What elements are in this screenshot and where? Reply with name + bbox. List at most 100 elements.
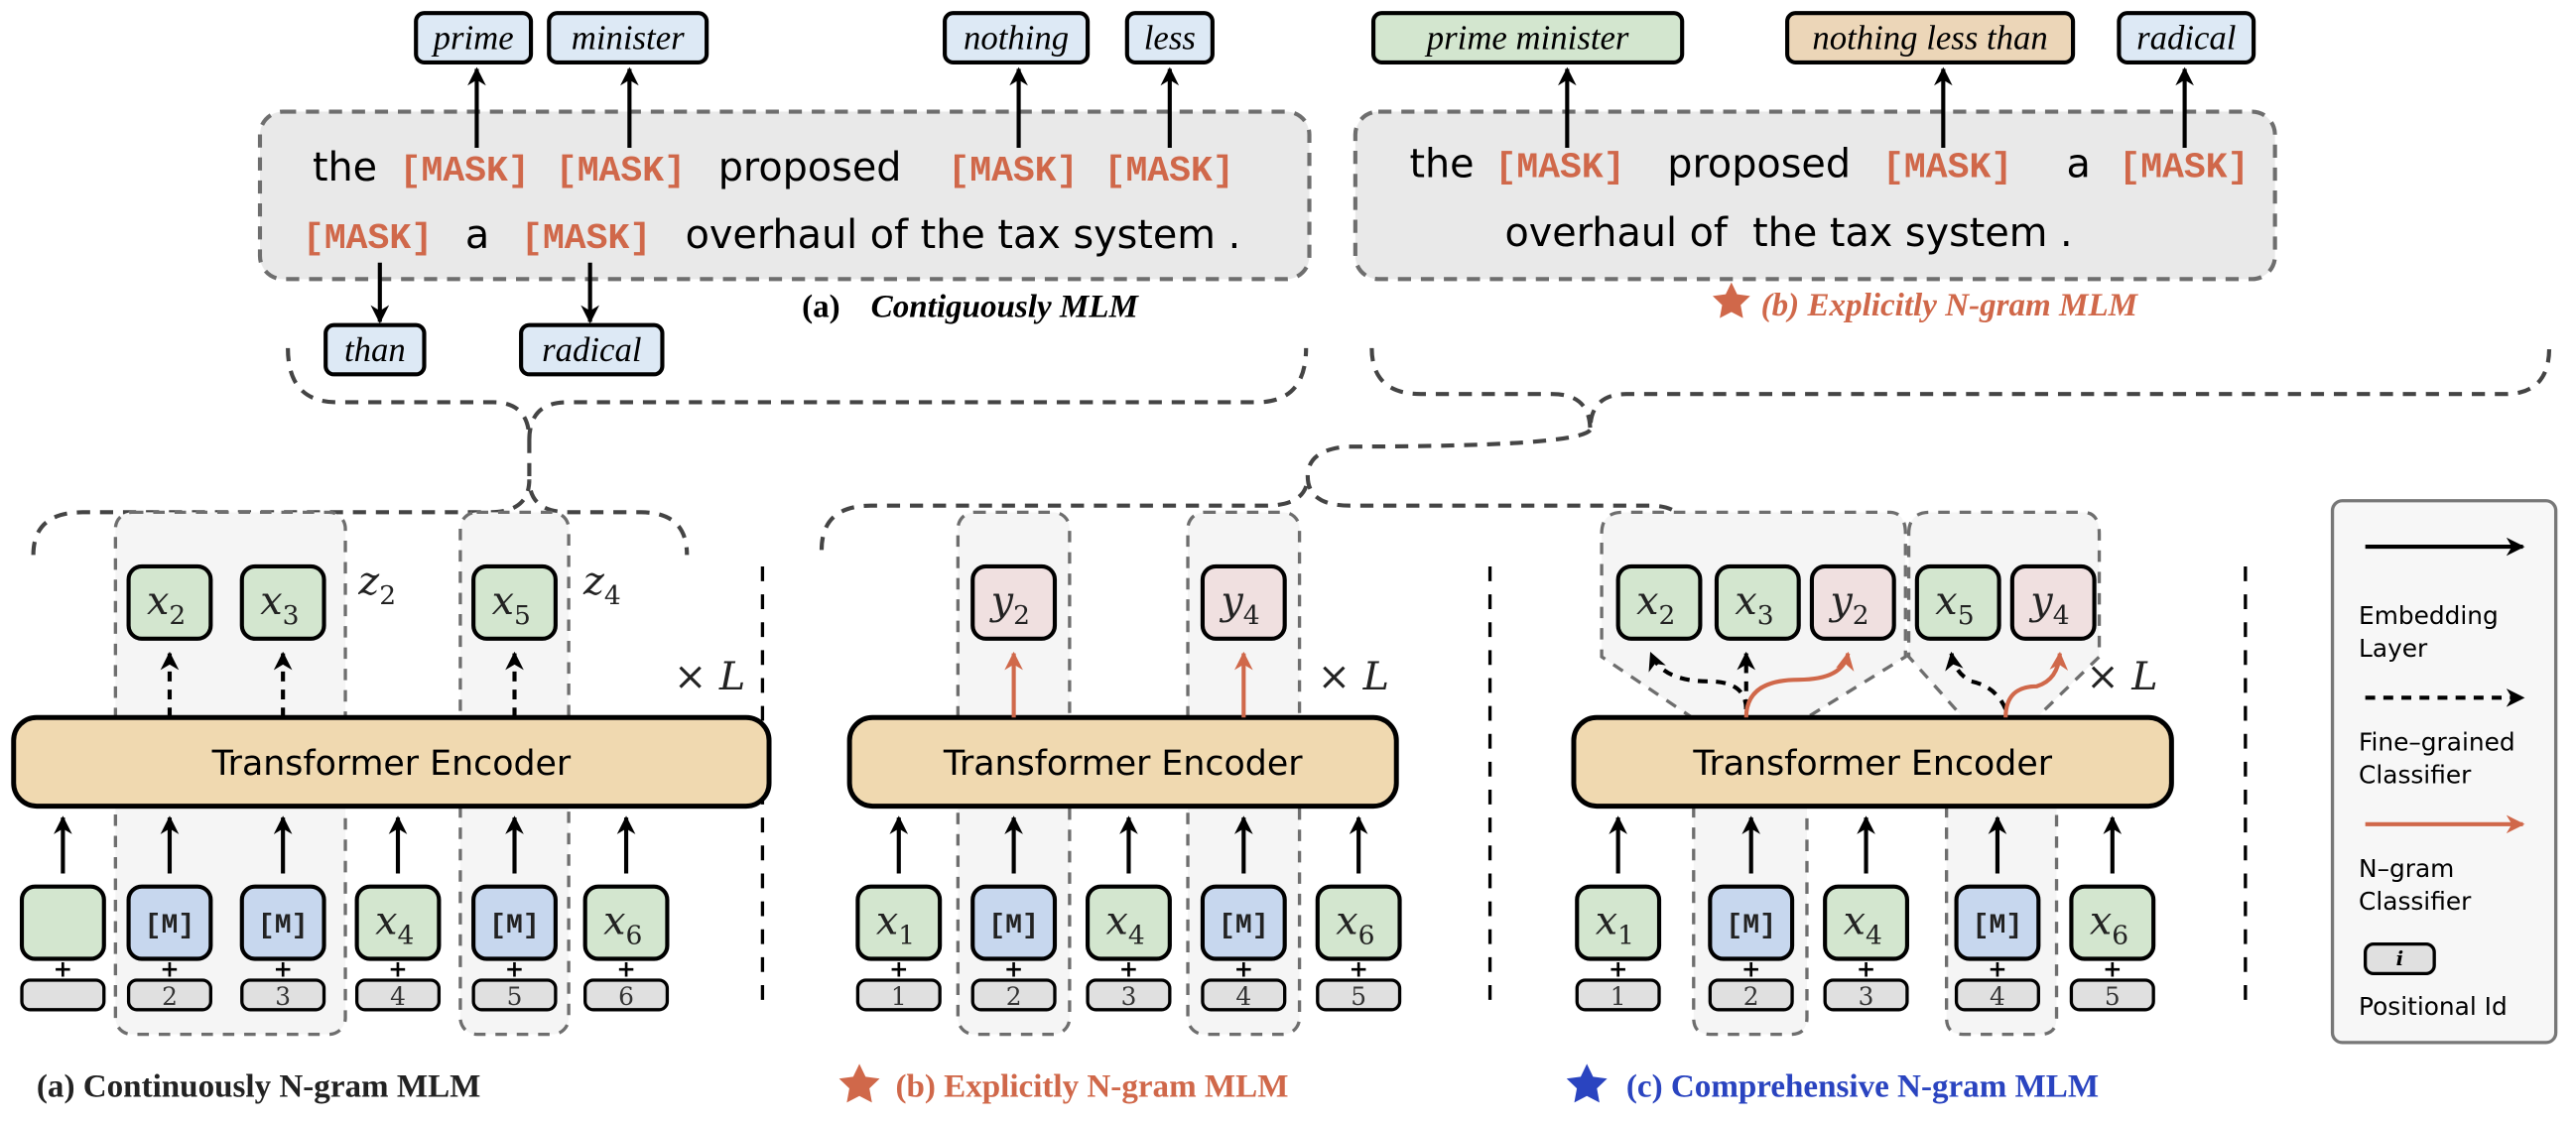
panel-b: Transformer Encoderx1+1[M]+2x4+3[M]+4x6+… (838, 510, 1402, 1105)
mask-token: [MASK] (948, 151, 1078, 191)
panel-caption: (a) Continuously N-gram MLM (37, 1069, 480, 1105)
group-subscript: 2 (379, 580, 396, 611)
group-symbol: z (582, 559, 605, 604)
token-label: [M] (1219, 911, 1269, 941)
ngram-mlm-diagram: the [MASK] [MASK] proposed [MASK] [MASK]… (11, 11, 2558, 1105)
token: x2 (126, 563, 213, 641)
word: a (465, 212, 489, 258)
token: x6 (582, 884, 670, 961)
token-symbol: x (1106, 899, 1128, 944)
mask-token: [MASK] (1882, 148, 2012, 188)
token-subscript: 3 (283, 600, 300, 631)
mask-token: [MASK] (1495, 148, 1625, 188)
panel-caption: (b) Explicitly N-gram MLM (895, 1069, 1288, 1105)
group-label: z2 (357, 559, 396, 611)
legend-line: Layer (2359, 634, 2428, 663)
positional-id-box (20, 978, 106, 1012)
token-subscript: 2 (169, 600, 186, 631)
sentence-line-2: overhaul of the tax system . (1504, 210, 2072, 256)
token-label: [M] (1726, 911, 1776, 941)
brace-connector-b (1305, 429, 1593, 477)
token: x4 (354, 884, 442, 961)
prediction-label: than (323, 322, 427, 377)
positional-symbol: i (2396, 946, 2404, 970)
token-symbol: x (1935, 578, 1957, 624)
token-label: [M] (988, 911, 1039, 941)
top-a-example: the [MASK] [MASK] proposed [MASK] [MASK]… (257, 11, 1312, 377)
token-symbol: x (1336, 899, 1357, 944)
token-subscript: 5 (1958, 600, 1975, 631)
label-text: nothing (964, 19, 1069, 58)
ngram-token: y2 (970, 563, 1058, 641)
token-symbol: x (1636, 578, 1658, 624)
mask-token: [M] (126, 884, 213, 961)
token-symbol: y (989, 578, 1014, 624)
token-symbol: x (147, 578, 169, 624)
encoder-label: Transformer Encoder (1692, 744, 2052, 784)
group-subscript: 4 (604, 580, 621, 611)
prediction-label: less (1124, 11, 1215, 64)
token: x3 (1714, 563, 1801, 641)
positional-id: 1 (1610, 982, 1626, 1011)
legend-line: Classifier (2359, 887, 2472, 916)
legend-line: Embedding (2359, 601, 2499, 630)
positional-id: 1 (891, 982, 907, 1011)
token-label: [M] (258, 911, 309, 941)
prediction-label: nothing less than (1785, 11, 2076, 64)
mask-token: [MASK] (556, 151, 686, 191)
label-text: minister (572, 19, 685, 58)
caption-top-a: (a) Contiguously MLM (802, 289, 1139, 324)
token (19, 884, 106, 961)
token-subscript: 1 (1617, 921, 1634, 951)
legend-label: Positional Id (2359, 992, 2508, 1021)
token-symbol: x (375, 899, 397, 944)
mask-token: [M] (471, 884, 558, 961)
mask-token: [M] (970, 884, 1058, 961)
token-symbol: x (1844, 899, 1866, 944)
positional-id: 3 (1859, 982, 1874, 1011)
prediction-label: prime minister (1370, 11, 1685, 64)
mask-token: [M] (239, 884, 326, 961)
caption-top-b: (b) Explicitly N-gram MLM (1761, 288, 2139, 323)
token-subscript: 5 (514, 600, 531, 631)
group-symbol: z (357, 559, 380, 604)
token: x5 (471, 563, 558, 641)
token-box (19, 884, 106, 961)
token: x1 (855, 884, 943, 961)
token-symbol: y (1828, 578, 1853, 624)
ngram-token: y4 (2009, 563, 2097, 641)
token-subscript: 2 (1853, 600, 1869, 631)
token: x4 (1086, 884, 1172, 961)
encoder-label: Transformer Encoder (211, 744, 572, 784)
prediction-label: radical (2117, 11, 2256, 64)
label-text: radical (542, 330, 641, 369)
token-label: [M] (1973, 911, 2023, 941)
positional-id: 6 (618, 982, 634, 1011)
label-text: than (344, 330, 406, 369)
token-symbol: y (2028, 578, 2053, 624)
token: x1 (1575, 884, 1662, 961)
mask-token: [MASK] (303, 218, 433, 259)
positional-id: 2 (162, 982, 178, 1011)
top-b-example: the [MASK] proposed [MASK] a [MASK] over… (1352, 11, 2277, 323)
brace-top-a (286, 347, 1309, 440)
prediction-label: radical (519, 322, 665, 377)
token-subscript: 2 (1013, 600, 1030, 631)
label-text: radical (2136, 19, 2236, 58)
word: the (313, 145, 377, 190)
encoder-label: Transformer Encoder (943, 744, 1303, 784)
ngram-token: y4 (1200, 563, 1287, 641)
positional-id: 4 (390, 982, 406, 1011)
token-subscript: 6 (2112, 921, 2128, 951)
label-text: less (1144, 19, 1196, 58)
token-subscript: 2 (1658, 600, 1675, 631)
token-symbol: x (1735, 578, 1756, 624)
sentence-line-2: [MASK] a [MASK] overhaul of the tax syst… (303, 212, 1240, 259)
positional-id: 5 (507, 982, 523, 1011)
token-subscript: 4 (1866, 921, 1882, 951)
token: x4 (1823, 884, 1909, 961)
mask-token: [MASK] (2119, 148, 2249, 188)
legend: Embedding Layer Fine–grained Classifier N–… (2330, 499, 2558, 1045)
token-symbol: x (492, 578, 514, 624)
mask-token: [MASK] (1104, 151, 1234, 191)
